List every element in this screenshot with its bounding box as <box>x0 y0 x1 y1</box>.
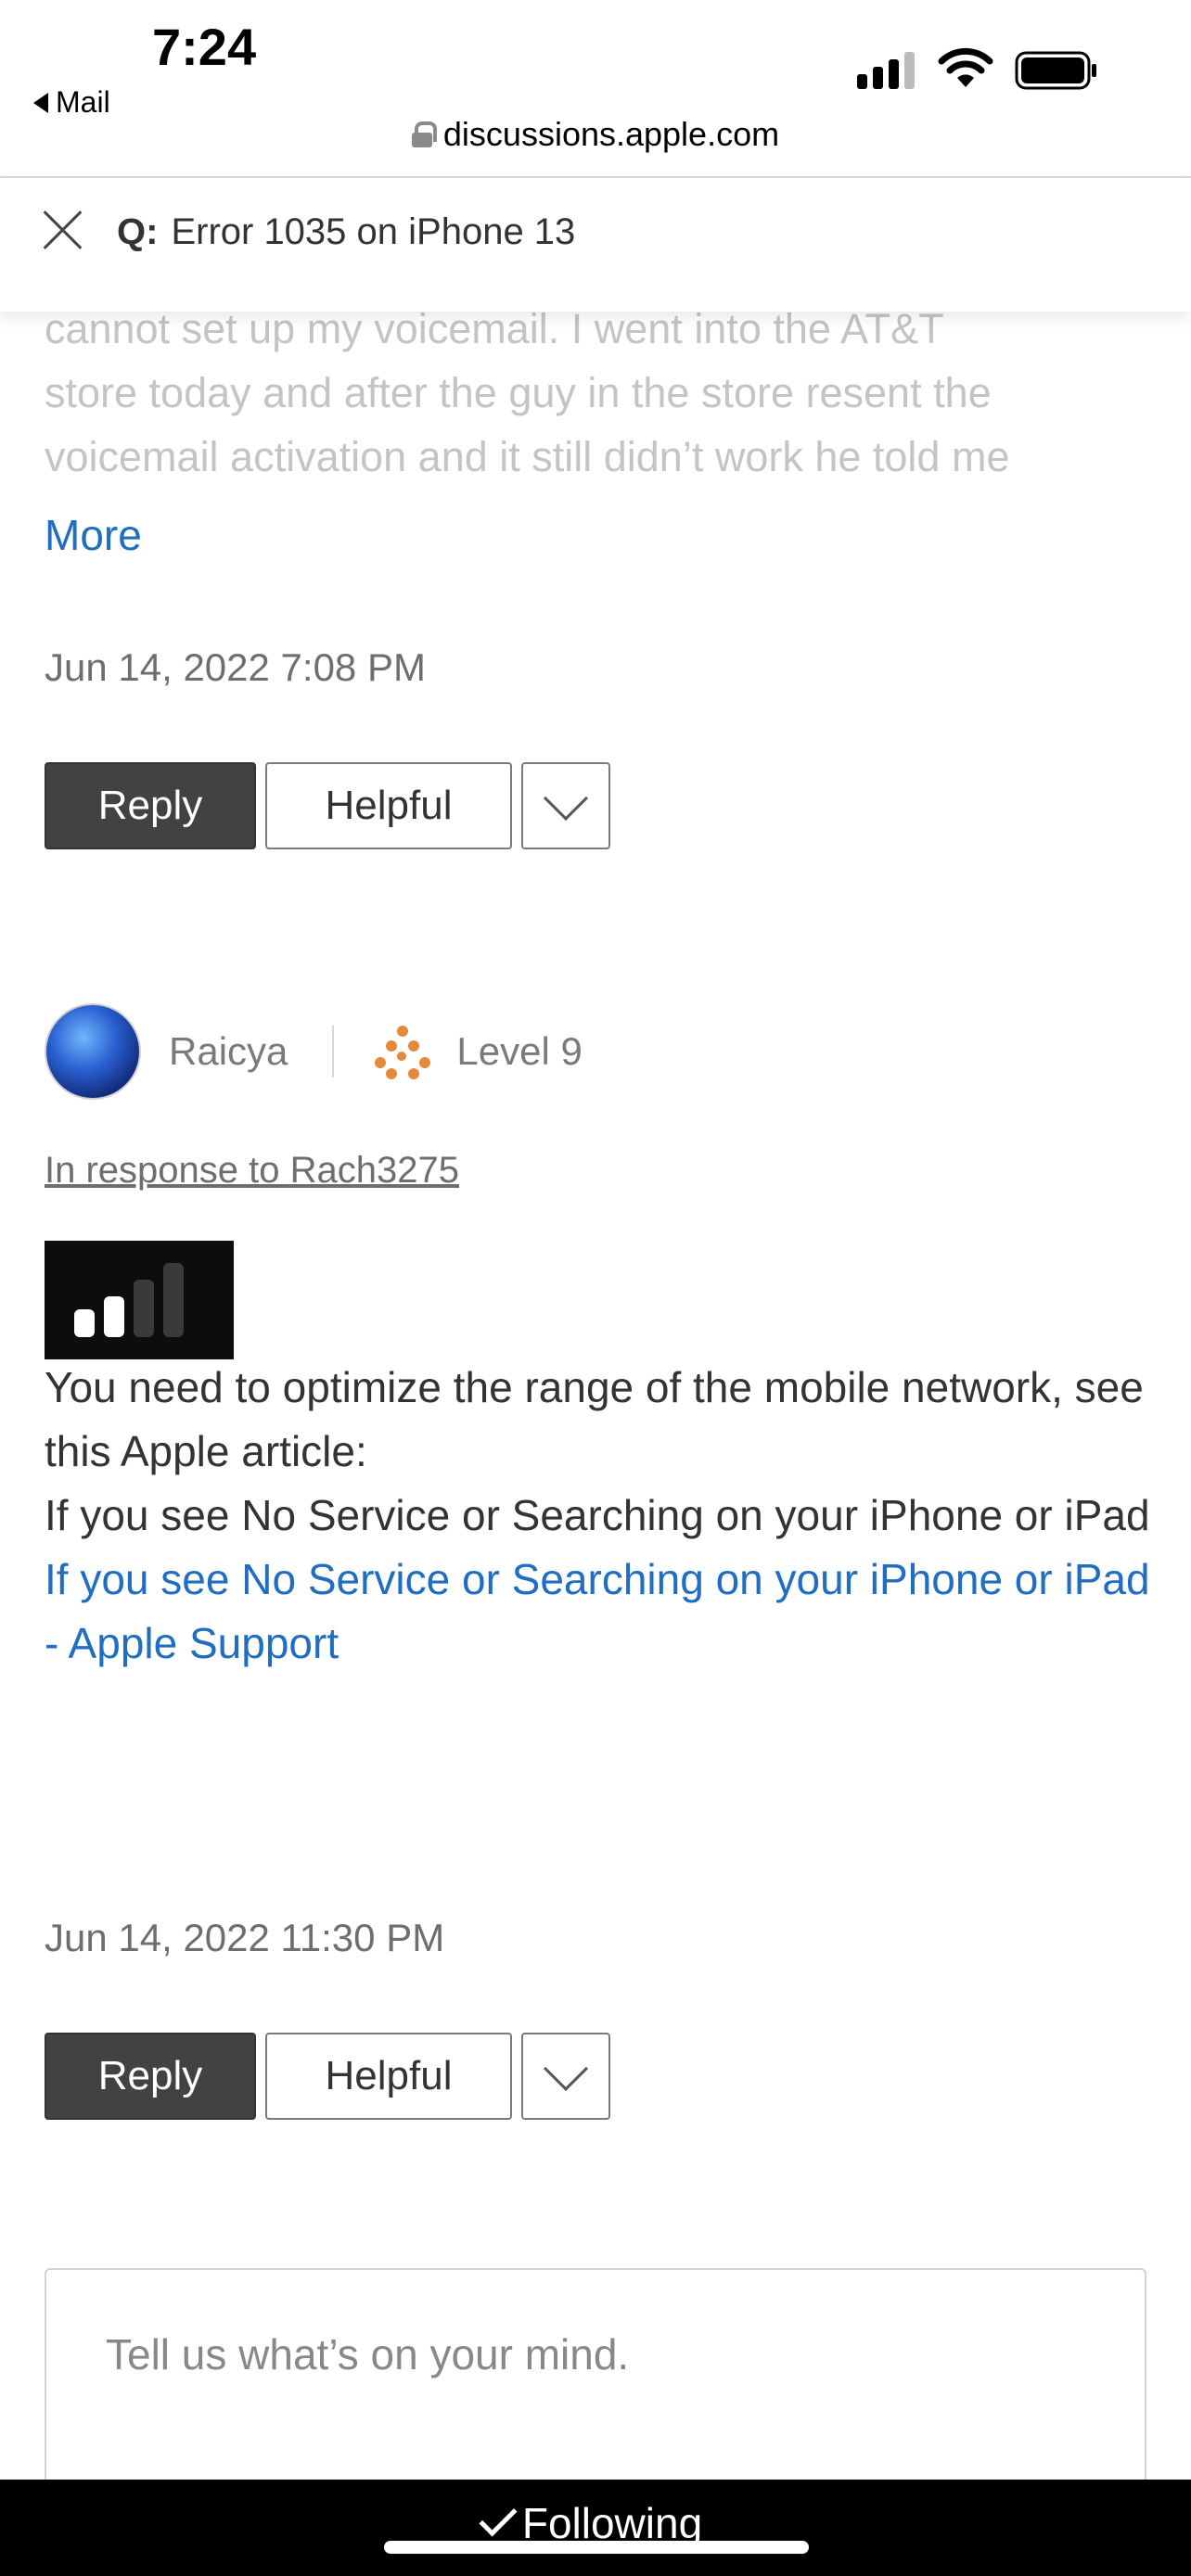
back-arrow-icon <box>33 92 48 113</box>
question-prefix: Q: <box>117 211 159 252</box>
author-row: Raicya Level 9 <box>45 1003 583 1100</box>
chevron-down-icon <box>543 2046 589 2092</box>
level-badge-icon <box>375 1024 431 1079</box>
more-options-button[interactable] <box>521 2033 610 2120</box>
author-name[interactable]: Raicya <box>169 1029 288 1074</box>
url-text: discussions.apple.com <box>442 115 780 153</box>
clock: 7:24 <box>152 18 257 76</box>
in-response-link[interactable]: In response to Rach3275 <box>45 1150 459 1192</box>
checkmark-icon <box>479 2498 518 2537</box>
author-level: Level 9 <box>456 1029 583 1073</box>
close-icon[interactable] <box>43 210 83 250</box>
faded-line: store today and after the guy in the sto… <box>45 369 992 416</box>
truncated-post-text: cannot set up my voicemail. I went into … <box>45 297 1158 512</box>
home-indicator[interactable] <box>384 2541 809 2554</box>
more-link[interactable]: More <box>45 510 142 560</box>
post-actions: Reply Helpful <box>45 762 610 849</box>
cellular-signal-icon <box>857 48 915 89</box>
address-bar[interactable]: discussions.apple.com <box>0 115 1191 154</box>
signal-bars-image <box>45 1241 234 1359</box>
more-options-button[interactable] <box>521 762 610 849</box>
avatar[interactable] <box>45 1003 141 1100</box>
battery-icon <box>1015 51 1096 90</box>
helpful-button[interactable]: Helpful <box>265 762 512 849</box>
question-title: Q: Error 1035 on iPhone 13 <box>117 211 575 253</box>
body-text: You need to optimize the range of the mo… <box>45 1363 1144 1475</box>
apple-support-link[interactable]: If you see No Service or Searching on yo… <box>45 1548 1158 1676</box>
reply-button[interactable]: Reply <box>45 762 256 849</box>
reply-body: You need to optimize the range of the mo… <box>45 1356 1158 1676</box>
question-title-text: Error 1035 on iPhone 13 <box>171 211 576 252</box>
wifi-icon <box>938 47 993 87</box>
body-text: If you see No Service or Searching on yo… <box>45 1491 1150 1539</box>
composer-placeholder: Tell us what’s on your mind. <box>106 2330 630 2378</box>
helpful-button[interactable]: Helpful <box>265 2033 512 2120</box>
reply-button[interactable]: Reply <box>45 2033 256 2120</box>
faded-line: voicemail activation and it still didn’t… <box>45 433 1010 480</box>
post-date: Jun 14, 2022 7:08 PM <box>45 645 426 689</box>
chevron-down-icon <box>543 775 589 822</box>
lock-icon <box>411 121 437 147</box>
following-bar[interactable]: Following <box>0 2480 1191 2576</box>
divider <box>332 1026 335 1078</box>
status-bar: 7:24 Mail discussions.apple.com <box>0 0 1191 176</box>
post-actions: Reply Helpful <box>45 2033 610 2120</box>
post-date: Jun 14, 2022 11:30 PM <box>45 1916 445 1959</box>
